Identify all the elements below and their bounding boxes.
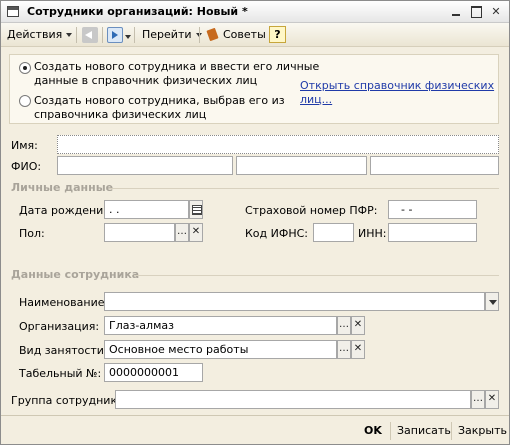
- link-line1: Открыть справочник физических: [300, 79, 495, 92]
- birth-date-input[interactable]: . .: [104, 200, 189, 219]
- name-input[interactable]: [57, 135, 499, 154]
- employee-data-section-title: Данные сотрудника: [11, 268, 140, 281]
- close-icon[interactable]: ✕: [489, 5, 503, 18]
- window-title: Сотрудники организаций: Новый *: [27, 5, 248, 18]
- inn-input[interactable]: [388, 223, 477, 242]
- first-name-input[interactable]: [236, 156, 367, 175]
- chevron-down-icon[interactable]: [485, 292, 499, 311]
- employment-type-label: Вид занятости:: [19, 344, 108, 357]
- toolbar-divider: [102, 27, 103, 43]
- goto-menu[interactable]: Перейти: [142, 27, 202, 43]
- goto-label: Перейти: [142, 28, 192, 41]
- tab-number-input[interactable]: 0000000001: [104, 363, 203, 382]
- book-icon[interactable]: [205, 27, 221, 43]
- last-name-input[interactable]: [57, 156, 233, 175]
- ellipsis-icon[interactable]: …: [337, 316, 351, 335]
- clear-x-icon[interactable]: ✕: [351, 340, 365, 359]
- chevron-down-icon: [66, 33, 73, 37]
- open-persons-directory-link[interactable]: Открыть справочник физических лиц...: [300, 79, 494, 107]
- actions-label: Действия: [7, 28, 63, 41]
- actions-menu[interactable]: Действия: [7, 27, 73, 43]
- clear-x-icon[interactable]: ✕: [351, 316, 365, 335]
- footer-divider: [451, 422, 452, 440]
- form-bottom-bar: OK Записать Закрыть: [1, 415, 509, 444]
- toolbar: Действия Перейти Советы ?: [1, 23, 509, 47]
- gender-input[interactable]: [104, 223, 175, 242]
- form-window-icon: [7, 6, 19, 17]
- section-divider: [134, 275, 499, 276]
- back-arrow-icon[interactable]: [82, 27, 98, 43]
- toolbar-divider: [76, 27, 77, 43]
- select-existing-option-text[interactable]: Создать нового сотрудника, выбрав его из…: [34, 94, 285, 122]
- calendar-icon[interactable]: [189, 200, 203, 219]
- title-label: Наименование:: [19, 296, 109, 309]
- tab-number-label: Табельный №:: [19, 367, 102, 380]
- minimize-icon[interactable]: [449, 5, 463, 18]
- ifns-code-label: Код ИФНС:: [245, 227, 308, 240]
- close-button[interactable]: Закрыть: [458, 424, 507, 437]
- pfr-number-input[interactable]: - -: [388, 200, 477, 219]
- create-mode-panel: Создать нового сотрудника и ввести его л…: [9, 54, 499, 124]
- employee-group-input[interactable]: [115, 390, 471, 409]
- create-new-option-text[interactable]: Создать нового сотрудника и ввести его л…: [34, 60, 319, 88]
- organization-input[interactable]: Глаз-алмаз: [104, 316, 337, 335]
- employee-form-window: Сотрудники организаций: Новый * ✕ Действ…: [0, 0, 510, 445]
- help-button[interactable]: ?: [269, 26, 286, 43]
- clear-x-icon[interactable]: ✕: [485, 390, 499, 409]
- tips-button[interactable]: Советы: [223, 27, 266, 43]
- personal-data-section-title: Личные данные: [11, 181, 114, 194]
- chevron-down-icon[interactable]: [125, 35, 131, 39]
- ellipsis-icon[interactable]: …: [337, 340, 351, 359]
- clear-x-icon[interactable]: ✕: [189, 223, 203, 242]
- organization-label: Организация:: [19, 320, 100, 333]
- toolbar-divider: [134, 27, 135, 43]
- ellipsis-icon[interactable]: …: [175, 223, 189, 242]
- section-divider: [109, 188, 499, 189]
- employee-group-label: Группа сотрудника:: [11, 394, 128, 407]
- create-new-radio[interactable]: [19, 62, 31, 74]
- option1-line2: данные в справочник физических лиц: [34, 74, 258, 87]
- link-line2: лиц...: [300, 93, 333, 106]
- employment-type-input[interactable]: Основное место работы: [104, 340, 337, 359]
- title-input[interactable]: [104, 292, 485, 311]
- option2-line1: Создать нового сотрудника, выбрав его из: [34, 94, 285, 107]
- birth-date-label: Дата рождения:: [19, 204, 114, 217]
- name-label: Имя:: [11, 139, 38, 152]
- footer-divider: [390, 422, 391, 440]
- option1-line1: Создать нового сотрудника и ввести его л…: [34, 60, 320, 73]
- option2-line2: справочника физических лиц: [34, 108, 207, 121]
- select-existing-radio[interactable]: [19, 95, 31, 107]
- maximize-icon[interactable]: [469, 5, 483, 18]
- inn-label: ИНН:: [358, 227, 387, 240]
- middle-name-input[interactable]: [370, 156, 499, 175]
- gender-label: Пол:: [19, 227, 45, 240]
- pfr-number-label: Страховой номер ПФР:: [245, 204, 378, 217]
- save-button[interactable]: Записать: [397, 424, 451, 437]
- fio-label: ФИО:: [11, 160, 42, 173]
- ellipsis-icon[interactable]: …: [471, 390, 485, 409]
- title-bar: Сотрудники организаций: Новый * ✕: [1, 1, 509, 23]
- ok-button[interactable]: OK: [364, 424, 382, 437]
- navigate-icon[interactable]: [107, 27, 123, 43]
- toolbar-divider: [199, 27, 200, 43]
- ifns-code-input[interactable]: [313, 223, 354, 242]
